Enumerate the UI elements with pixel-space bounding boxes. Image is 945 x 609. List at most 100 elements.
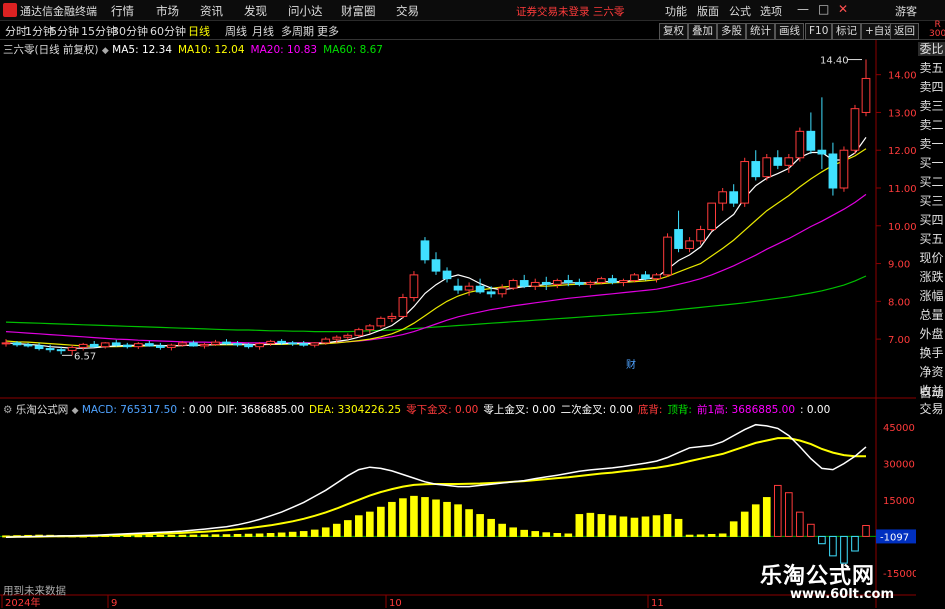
macd-value-1: : 0.00 bbox=[182, 404, 213, 416]
candle-32 bbox=[354, 329, 364, 336]
sidebar-item-19[interactable]: 自动 bbox=[918, 386, 945, 400]
macd-bar-49 bbox=[542, 532, 551, 537]
menu-market[interactable]: 市场 bbox=[156, 3, 179, 19]
macd-bar-64 bbox=[707, 533, 716, 537]
menu-quotes[interactable]: 行情 bbox=[111, 3, 134, 19]
macd-bar-54 bbox=[597, 514, 606, 537]
function-button[interactable]: 功能 bbox=[665, 3, 687, 19]
candle-29 bbox=[321, 338, 331, 344]
sidebar-item-20[interactable]: 交易 bbox=[918, 402, 945, 416]
indicator-settings-icon[interactable]: ◆ bbox=[72, 406, 79, 416]
sidebar-item-12[interactable]: 涨跌 bbox=[918, 270, 945, 284]
period-4[interactable]: 30分钟 bbox=[112, 23, 148, 39]
toolbar-button-4[interactable]: 画线 bbox=[775, 23, 804, 40]
menu-wealth-circle[interactable]: 财富圈 bbox=[341, 3, 376, 19]
toolbar-button-0[interactable]: 复权 bbox=[659, 23, 688, 40]
sidebar-item-3[interactable]: 卖三 bbox=[918, 99, 945, 113]
period-10[interactable]: 更多 bbox=[317, 23, 339, 39]
y-tick-label-5: 9.00 bbox=[888, 260, 910, 271]
macd-bar-70 bbox=[773, 484, 782, 537]
candle-71 bbox=[784, 157, 794, 166]
macd-bar-41 bbox=[454, 504, 462, 537]
sidebar-item-2[interactable]: 卖四 bbox=[918, 80, 945, 94]
low-price-label: 6.57 bbox=[74, 351, 96, 362]
menu-news[interactable]: 资讯 bbox=[200, 3, 223, 19]
candle-63 bbox=[696, 229, 705, 242]
period-5[interactable]: 60分钟 bbox=[150, 23, 186, 39]
candle-23 bbox=[255, 343, 264, 348]
toolbar-button-3[interactable]: 统计 bbox=[746, 23, 775, 40]
chart-area[interactable]: 14.00 13.00 12.00 11.00 10.00 9.00 8.00 7.00 14.… bbox=[0, 40, 916, 608]
candle-51 bbox=[563, 280, 573, 283]
candle-7 bbox=[78, 343, 88, 348]
sidebar-item-8[interactable]: 买三 bbox=[918, 194, 945, 208]
sidebar-item-10[interactable]: 买五 bbox=[918, 232, 945, 246]
sidebar-item-1[interactable]: 卖五 bbox=[918, 61, 945, 75]
sidebar-item-16[interactable]: 换手 bbox=[918, 346, 945, 360]
macd-bar-21 bbox=[233, 533, 242, 537]
candle-61 bbox=[674, 229, 683, 249]
period-2[interactable]: 5分钟 bbox=[50, 23, 79, 39]
sidebar-item-9[interactable]: 买四 bbox=[918, 213, 945, 227]
macd-bar-46 bbox=[509, 527, 517, 537]
period-6[interactable]: 日线 bbox=[188, 23, 210, 39]
sidebar-item-0[interactable]: 委比 bbox=[918, 42, 945, 56]
broker-login-status[interactable]: 证券交易未登录 三六零 bbox=[516, 4, 624, 19]
macd-bar-19 bbox=[211, 534, 220, 537]
menu-ask[interactable]: 问小达 bbox=[288, 3, 323, 19]
maximize-icon[interactable]: □ bbox=[818, 2, 829, 16]
sidebar-item-11[interactable]: 现价 bbox=[918, 251, 945, 265]
macd-bar-72 bbox=[796, 511, 804, 537]
menu-trade[interactable]: 交易 bbox=[396, 3, 419, 19]
sidebar-item-4[interactable]: 卖二 bbox=[918, 118, 945, 132]
macd-bar-60 bbox=[663, 514, 672, 537]
sidebar-item-17[interactable]: 净资 bbox=[918, 365, 945, 379]
candle-6 bbox=[67, 346, 77, 351]
sidebar-item-5[interactable]: 卖一 bbox=[918, 137, 945, 151]
macd-bar-40 bbox=[443, 501, 451, 537]
period-7[interactable]: 周线 bbox=[225, 23, 247, 39]
macd-bar-73 bbox=[807, 523, 815, 537]
guest-user[interactable]: 游客 bbox=[895, 3, 917, 19]
candle-9 bbox=[100, 342, 110, 348]
x-label-1: 9 bbox=[111, 598, 117, 608]
toolbar-button-2[interactable]: 多股 bbox=[717, 23, 746, 40]
macd-bar-26 bbox=[288, 531, 297, 537]
candle-57 bbox=[630, 274, 639, 282]
toolbar-button-1[interactable]: 叠加 bbox=[688, 23, 717, 40]
toolbar-button-5[interactable]: F10 bbox=[805, 23, 833, 40]
close-icon[interactable]: ✕ bbox=[838, 2, 848, 16]
candle-11 bbox=[122, 344, 132, 348]
macd-y-tick-1: 30000 bbox=[883, 460, 915, 471]
sidebar-item-7[interactable]: 买二 bbox=[918, 175, 945, 189]
period-9[interactable]: 多周期 bbox=[281, 23, 314, 39]
toolbar-button-6[interactable]: 标记 bbox=[832, 23, 861, 40]
indicator-formula-name[interactable]: 乐淘公式网 bbox=[16, 404, 69, 416]
sidebar-item-14[interactable]: 总量 bbox=[918, 308, 945, 322]
legend-gear-icon[interactable]: ⚙ bbox=[3, 404, 12, 416]
toolbar-button-8[interactable]: 返回 bbox=[890, 23, 919, 40]
macd-y-tick-0: 45000 bbox=[883, 423, 915, 434]
candle-21 bbox=[233, 343, 242, 346]
macd-bar-30 bbox=[332, 523, 341, 537]
macd-bar-35 bbox=[388, 501, 396, 537]
candle-12 bbox=[133, 343, 143, 348]
layout-button[interactable]: 版面 bbox=[697, 3, 719, 19]
options-button[interactable]: 选项 bbox=[760, 3, 782, 19]
formula-button[interactable]: 公式 bbox=[729, 3, 751, 19]
minimize-icon[interactable]: — bbox=[797, 2, 809, 16]
candle-16 bbox=[178, 342, 187, 346]
period-8[interactable]: 月线 bbox=[252, 23, 274, 39]
macd-bar-36 bbox=[399, 498, 407, 537]
sidebar-item-15[interactable]: 外盘 bbox=[918, 327, 945, 341]
period-0[interactable]: 分时 bbox=[5, 23, 27, 39]
ratio-value: 300 bbox=[929, 29, 945, 39]
menu-discover[interactable]: 发现 bbox=[244, 3, 267, 19]
sidebar-item-6[interactable]: 买一 bbox=[918, 156, 945, 170]
macd-bar-53 bbox=[586, 512, 595, 537]
macd-bar-48 bbox=[531, 531, 540, 537]
macd-bar-24 bbox=[266, 533, 275, 537]
y-tick-label-1: 13.00 bbox=[888, 108, 916, 119]
sidebar-item-13[interactable]: 涨幅 bbox=[918, 289, 945, 303]
macd-bar-13 bbox=[145, 535, 154, 538]
